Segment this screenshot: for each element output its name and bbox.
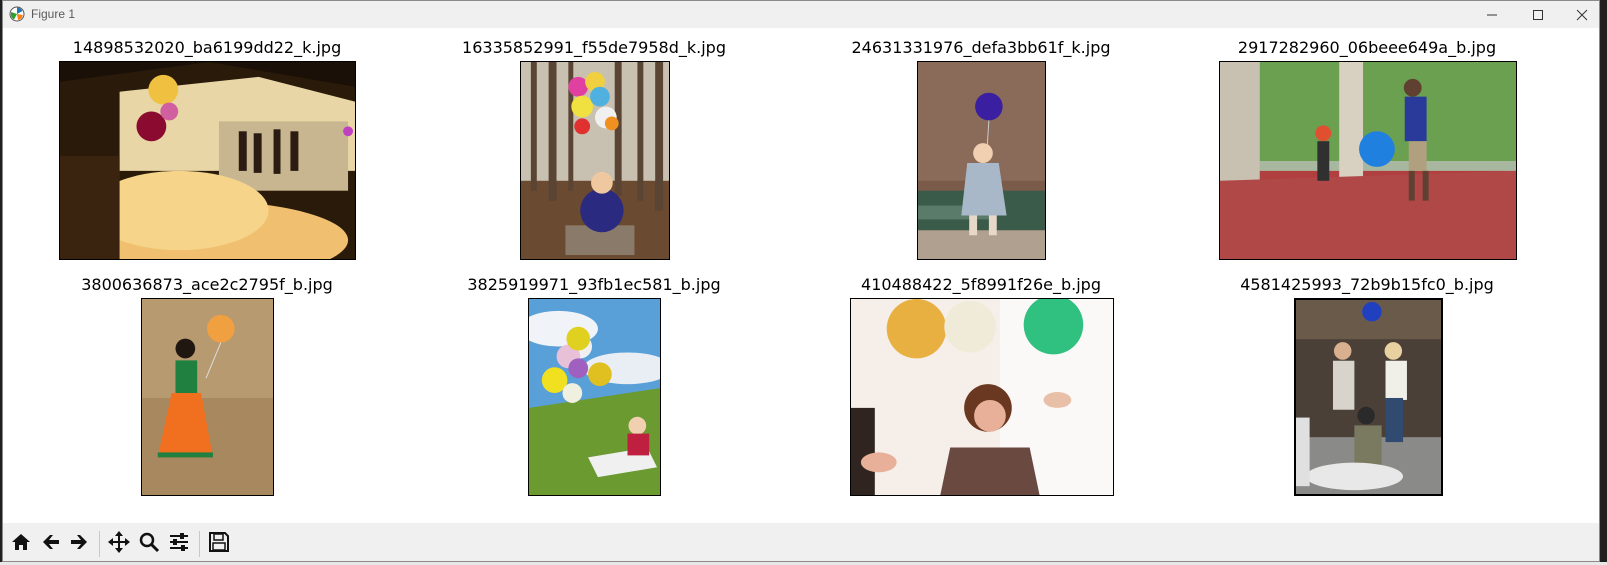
image-woman-balloons bbox=[850, 298, 1114, 496]
home-button[interactable] bbox=[7, 530, 35, 558]
image-title: 4581425993_72b9b15fc0_b.jpg bbox=[1240, 275, 1494, 294]
image-baby-grass-balloons bbox=[528, 298, 661, 496]
image-title: 3800636873_ace2c2795f_b.jpg bbox=[81, 275, 333, 294]
toolbar-separator bbox=[99, 531, 100, 557]
figure-canvas[interactable]: 14898532020_ba6199dd22_k.jpg 16335852991… bbox=[3, 28, 1599, 523]
maximize-icon bbox=[1532, 9, 1544, 21]
forward-button[interactable] bbox=[65, 530, 93, 558]
back-button[interactable] bbox=[37, 530, 65, 558]
image-title: 410488422_5f8991f26e_b.jpg bbox=[861, 275, 1101, 294]
image-title: 14898532020_ba6199dd22_k.jpg bbox=[72, 38, 342, 57]
back-icon bbox=[40, 531, 62, 557]
configure-subplots-button[interactable] bbox=[165, 530, 193, 558]
configure-subplots-icon bbox=[168, 531, 190, 557]
figure-window: Figure 1 14898532020_ba6199dd22_k.jpg 16… bbox=[2, 0, 1600, 562]
zoom-icon bbox=[138, 531, 160, 557]
forward-icon bbox=[68, 531, 90, 557]
image-party-tent bbox=[59, 61, 356, 260]
title-bar[interactable]: Figure 1 bbox=[3, 1, 1599, 28]
zoom-button[interactable] bbox=[135, 530, 163, 558]
image-railway-child bbox=[917, 61, 1046, 260]
close-button[interactable] bbox=[1559, 1, 1599, 28]
minimize-button[interactable] bbox=[1469, 1, 1515, 28]
image-street-scooter bbox=[1294, 298, 1443, 496]
pan-icon bbox=[107, 530, 131, 558]
save-icon bbox=[208, 531, 230, 557]
matplotlib-logo-icon bbox=[9, 6, 25, 22]
image-boys-blue-balloon bbox=[1219, 61, 1517, 260]
image-title: 3825919971_93fb1ec581_b.jpg bbox=[467, 275, 721, 294]
image-title: 16335852991_f55de7958d_k.jpg bbox=[462, 38, 726, 57]
maximize-button[interactable] bbox=[1515, 1, 1561, 28]
image-forest-balloons bbox=[520, 61, 670, 260]
pan-button[interactable] bbox=[105, 530, 133, 558]
toolbar-separator bbox=[199, 531, 200, 557]
navigation-toolbar bbox=[3, 523, 1599, 561]
image-title: 2917282960_06beee649a_b.jpg bbox=[1237, 38, 1497, 57]
home-icon bbox=[10, 531, 32, 557]
close-icon bbox=[1576, 9, 1588, 21]
image-title: 24631331976_defa3bb61f_k.jpg bbox=[851, 38, 1111, 57]
minimize-icon bbox=[1486, 9, 1498, 21]
image-girl-orange-dress bbox=[141, 298, 274, 496]
window-title: Figure 1 bbox=[31, 7, 76, 21]
save-button[interactable] bbox=[205, 530, 233, 558]
